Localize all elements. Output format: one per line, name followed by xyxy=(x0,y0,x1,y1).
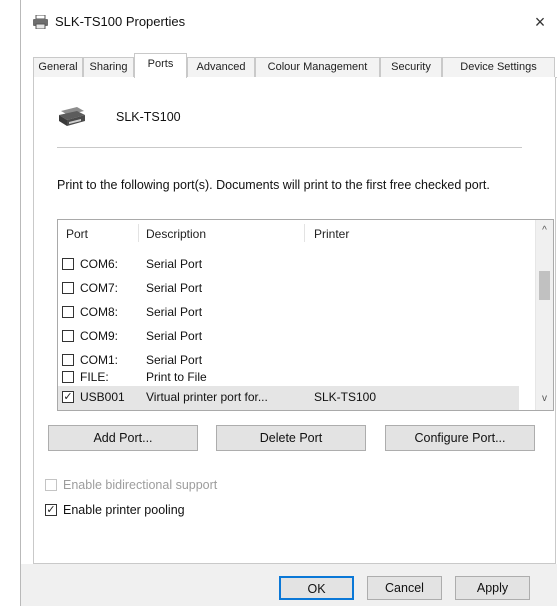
printer-icon xyxy=(33,15,48,29)
cancel-button[interactable]: Cancel xyxy=(367,576,442,600)
printer-name: SLK-TS100 xyxy=(116,110,181,124)
ports-list[interactable]: Port Description Printer COM6: Serial Po… xyxy=(57,219,554,411)
port-row[interactable]: COM6: Serial Port xyxy=(58,253,519,277)
port-checkbox-checked[interactable]: ✓ xyxy=(62,391,74,403)
vertical-scrollbar[interactable]: ^ v xyxy=(535,220,553,410)
column-header-port[interactable]: Port xyxy=(66,227,88,241)
scroll-thumb[interactable] xyxy=(539,271,550,300)
port-checkbox[interactable] xyxy=(62,282,74,294)
port-row[interactable]: COM8: Serial Port xyxy=(58,301,519,325)
port-description: Serial Port xyxy=(146,353,203,367)
port-printer: SLK-TS100 xyxy=(314,390,377,404)
dialog-footer: OK Cancel Apply xyxy=(21,564,557,606)
tab-general[interactable]: General xyxy=(33,57,83,77)
port-row[interactable]: COM9: Serial Port xyxy=(58,325,519,349)
scroll-up-arrow[interactable]: ^ xyxy=(536,222,553,240)
port-description: Serial Port xyxy=(146,305,203,319)
port-name: USB001 xyxy=(80,390,125,404)
close-button[interactable]: × xyxy=(523,10,557,36)
printer-pooling-label: Enable printer pooling xyxy=(63,503,185,517)
port-name: COM6: xyxy=(80,257,119,271)
port-checkbox[interactable] xyxy=(62,330,74,342)
port-name: COM1: xyxy=(80,353,119,367)
delete-port-button[interactable]: Delete Port xyxy=(216,425,366,451)
port-checkbox[interactable] xyxy=(62,371,74,383)
printer-pooling-checkbox[interactable]: ✓ Enable printer pooling xyxy=(45,503,265,519)
configure-port-button[interactable]: Configure Port... xyxy=(385,425,535,451)
tab-strip: General Sharing Ports Advanced Colour Ma… xyxy=(33,53,557,78)
column-separator xyxy=(304,224,305,242)
port-description: Serial Port xyxy=(146,257,203,271)
checkbox-box-checked[interactable]: ✓ xyxy=(45,504,57,516)
port-row[interactable]: COM7: Serial Port xyxy=(58,277,519,301)
printer-properties-window: SLK-TS100 Properties × General Sharing P… xyxy=(20,0,557,606)
window-title: SLK-TS100 Properties xyxy=(55,14,186,29)
title-bar: SLK-TS100 Properties × xyxy=(21,0,557,44)
port-name: COM8: xyxy=(80,305,119,319)
ports-instructions: Print to the following port(s). Document… xyxy=(57,178,490,192)
ok-button[interactable]: OK xyxy=(279,576,354,600)
column-separator xyxy=(138,224,139,242)
port-row-selected[interactable]: ✓ USB001 Virtual printer port for... SLK… xyxy=(58,386,519,410)
tab-sharing[interactable]: Sharing xyxy=(83,57,134,77)
port-name: COM7: xyxy=(80,281,119,295)
port-name: COM9: xyxy=(80,329,119,343)
column-header-printer[interactable]: Printer xyxy=(314,227,349,241)
tab-advanced[interactable]: Advanced xyxy=(187,57,255,77)
checkbox-box[interactable] xyxy=(45,479,57,491)
divider xyxy=(57,147,522,148)
port-name: FILE: xyxy=(80,370,109,384)
add-port-button[interactable]: Add Port... xyxy=(48,425,198,451)
port-description: Serial Port xyxy=(146,329,203,343)
port-description: Print to File xyxy=(146,370,207,384)
port-checkbox[interactable] xyxy=(62,354,74,366)
tab-device-settings[interactable]: Device Settings xyxy=(442,57,555,77)
port-checkbox[interactable] xyxy=(62,258,74,270)
column-header-description[interactable]: Description xyxy=(146,227,206,241)
port-description: Virtual printer port for... xyxy=(146,390,268,404)
tab-colour-management[interactable]: Colour Management xyxy=(255,57,380,77)
apply-button[interactable]: Apply xyxy=(455,576,530,600)
port-description: Serial Port xyxy=(146,281,203,295)
tab-ports[interactable]: Ports xyxy=(134,53,187,78)
bidirectional-support-label: Enable bidirectional support xyxy=(63,478,218,492)
printer-large-icon xyxy=(59,107,85,126)
bidirectional-support-checkbox[interactable]: Enable bidirectional support xyxy=(45,478,265,494)
port-checkbox[interactable] xyxy=(62,306,74,318)
tab-security[interactable]: Security xyxy=(380,57,442,77)
scroll-down-arrow[interactable]: v xyxy=(536,390,553,408)
